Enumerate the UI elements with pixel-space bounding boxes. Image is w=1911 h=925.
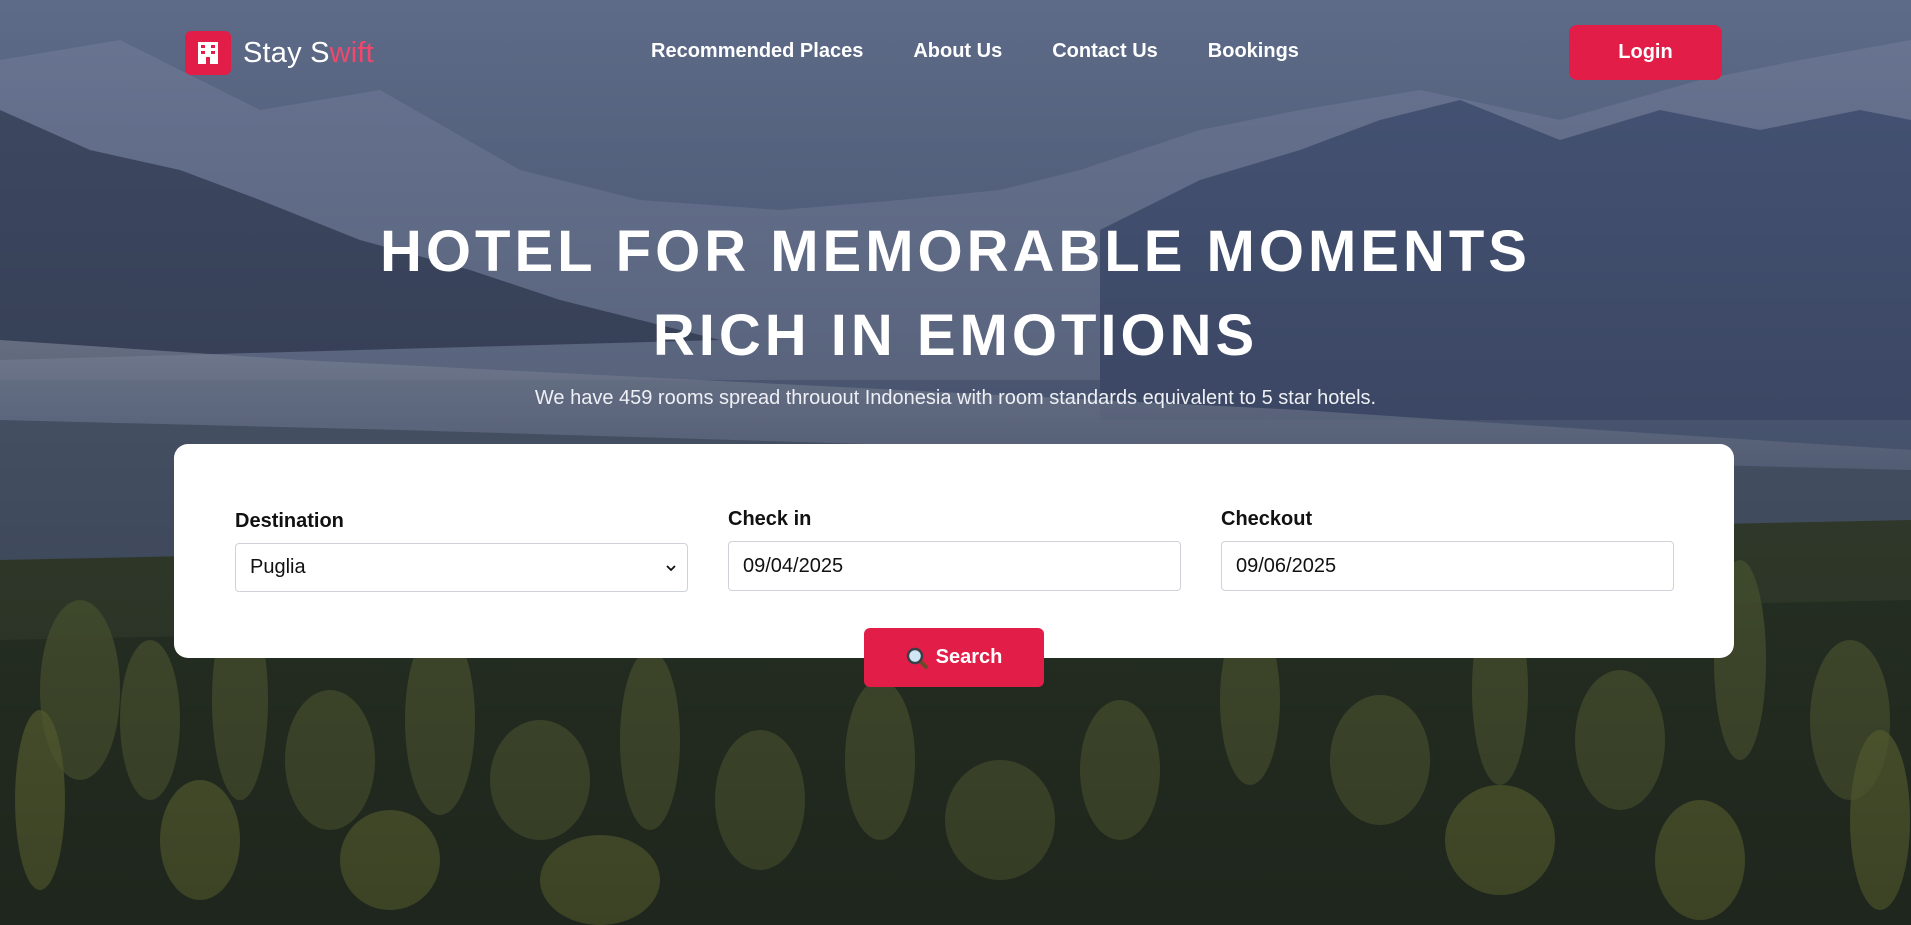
top-navigation: Stay Swift Recommended Places About Us C…: [0, 0, 1911, 106]
hero-section: Stay Swift Recommended Places About Us C…: [0, 0, 1911, 925]
brand-name-start: Stay S: [243, 36, 330, 69]
checkin-field: Check in 09/04/2025: [728, 508, 1182, 591]
nav-link-about-us[interactable]: About Us: [913, 40, 1002, 63]
headline-line-1: HOTEL FOR MEMORABLE MOMENTS: [380, 219, 1531, 284]
magnifier-icon: [906, 647, 928, 669]
checkout-label: Checkout: [1221, 508, 1313, 530]
brand-logo[interactable]: Stay Swift: [185, 31, 374, 75]
hero-headline: HOTEL FOR MEMORABLE MOMENTS RICH IN EMOT…: [0, 210, 1911, 378]
hotel-icon: [185, 31, 231, 75]
nav-link-bookings[interactable]: Bookings: [1208, 40, 1299, 63]
nav-link-contact-us[interactable]: Contact Us: [1052, 40, 1158, 63]
nav-links: Recommended Places About Us Contact Us B…: [651, 40, 1299, 63]
search-button-label: Search: [935, 646, 1003, 668]
login-button[interactable]: Login: [1569, 25, 1722, 80]
checkin-date-input[interactable]: 09/04/2025: [728, 541, 1181, 591]
headline-line-2: RICH IN EMOTIONS: [652, 303, 1259, 368]
checkout-field: Checkout 09/06/2025: [1221, 508, 1675, 591]
destination-value: Puglia: [250, 556, 306, 578]
brand-name-accent: wift: [329, 36, 374, 69]
nav-link-recommended-places[interactable]: Recommended Places: [651, 40, 863, 63]
chevron-down-icon: [666, 564, 676, 571]
checkout-date-input[interactable]: 09/06/2025: [1221, 541, 1674, 591]
hero-subheadline: We have 459 rooms spread throuout Indone…: [534, 387, 1377, 409]
brand-name: Stay Swift: [243, 37, 374, 70]
checkin-label: Check in: [728, 508, 812, 530]
search-card: Destination Puglia Check in 09/04/2025 C…: [174, 444, 1734, 658]
checkout-value: 09/06/2025: [1236, 554, 1337, 577]
search-button[interactable]: Search: [864, 628, 1044, 687]
destination-field: Destination Puglia: [235, 510, 689, 592]
destination-select[interactable]: Puglia: [235, 543, 688, 592]
checkin-value: 09/04/2025: [743, 554, 844, 577]
destination-label: Destination: [235, 510, 344, 532]
